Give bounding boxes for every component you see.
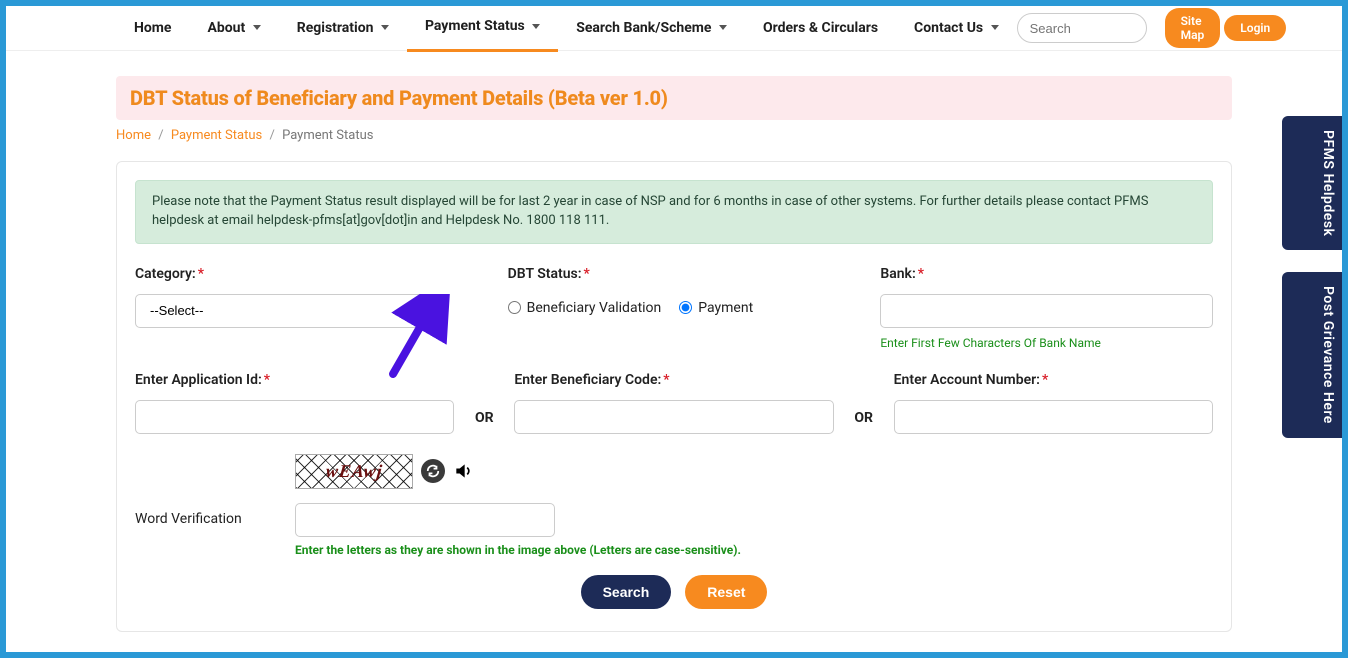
form-card: Please note that the Payment Status resu… bbox=[116, 161, 1232, 632]
nav-registration[interactable]: Registration bbox=[279, 6, 407, 51]
dbt-status-label: DBT Status:* bbox=[508, 266, 841, 282]
speaker-icon bbox=[453, 461, 473, 481]
account-number-field: Enter Account Number:* bbox=[894, 372, 1213, 434]
form-grid-row1: Category:* --Select-- DBT Status:* Benef… bbox=[135, 266, 1213, 350]
radio-payment[interactable]: Payment bbox=[679, 300, 753, 316]
account-number-label: Enter Account Number:* bbox=[894, 372, 1213, 388]
site-map-button[interactable]: Site Map bbox=[1165, 8, 1221, 48]
word-verification-hint: Enter the letters as they are shown in t… bbox=[295, 543, 1213, 557]
top-nav: Home About Registration Payment Status S… bbox=[6, 6, 1342, 51]
search-input[interactable] bbox=[1017, 13, 1147, 43]
required-icon: * bbox=[198, 266, 204, 282]
radio-payment-input[interactable] bbox=[679, 301, 692, 314]
captcha-audio-button[interactable] bbox=[453, 461, 473, 481]
page-container: Home About Registration Payment Status S… bbox=[6, 6, 1342, 652]
nav-search-bank-scheme-label: Search Bank/Scheme bbox=[576, 20, 711, 36]
required-icon: * bbox=[1042, 372, 1048, 388]
radio-beneficiary-validation[interactable]: Beneficiary Validation bbox=[508, 300, 662, 316]
nav-search-bank-scheme[interactable]: Search Bank/Scheme bbox=[558, 6, 745, 51]
beneficiary-code-input[interactable] bbox=[514, 400, 833, 434]
caret-down-icon bbox=[253, 25, 261, 30]
or-separator: OR bbox=[844, 410, 884, 434]
nav-contact-us[interactable]: Contact Us bbox=[896, 6, 1017, 51]
bank-label: Bank:* bbox=[880, 266, 1213, 282]
breadcrumb: Home / Payment Status / Payment Status bbox=[116, 128, 1232, 143]
bank-input[interactable] bbox=[880, 294, 1213, 328]
captcha-reload-button[interactable] bbox=[421, 459, 445, 483]
beneficiary-code-field: Enter Beneficiary Code:* bbox=[514, 372, 833, 434]
application-id-field: Enter Application Id:* bbox=[135, 372, 454, 434]
nav-payment-status-label: Payment Status bbox=[425, 18, 525, 34]
required-icon: * bbox=[264, 372, 270, 388]
breadcrumb-current: Payment Status bbox=[282, 128, 373, 143]
account-number-input[interactable] bbox=[894, 400, 1213, 434]
helpdesk-tab[interactable]: PFMS Helpdesk bbox=[1282, 116, 1342, 250]
word-verification-input[interactable] bbox=[295, 503, 555, 537]
required-icon: * bbox=[663, 372, 669, 388]
info-note: Please note that the Payment Status resu… bbox=[135, 180, 1213, 244]
word-verification-row: Word Verification Enter the letters as t… bbox=[135, 503, 1213, 557]
nav-about-label: About bbox=[207, 20, 245, 36]
nav-registration-label: Registration bbox=[297, 20, 374, 36]
beneficiary-code-label: Enter Beneficiary Code:* bbox=[514, 372, 833, 388]
caret-down-icon bbox=[532, 24, 540, 29]
nav-home[interactable]: Home bbox=[116, 6, 189, 51]
captcha-media: wEAwj bbox=[295, 454, 1213, 489]
breadcrumb-home[interactable]: Home bbox=[116, 128, 151, 143]
or-separator: OR bbox=[464, 410, 504, 434]
page-title-bar: DBT Status of Beneficiary and Payment De… bbox=[116, 76, 1232, 120]
refresh-icon bbox=[426, 464, 440, 478]
application-id-input[interactable] bbox=[135, 400, 454, 434]
word-verification-label: Word Verification bbox=[135, 503, 295, 527]
breadcrumb-payment-status[interactable]: Payment Status bbox=[171, 128, 262, 143]
content-area: DBT Status of Beneficiary and Payment De… bbox=[6, 51, 1342, 652]
radio-beneficiary-validation-input[interactable] bbox=[508, 301, 521, 314]
reset-button[interactable]: Reset bbox=[685, 575, 767, 609]
required-icon: * bbox=[584, 266, 590, 282]
required-icon: * bbox=[918, 266, 924, 282]
search-button[interactable]: Search bbox=[581, 575, 672, 609]
caret-down-icon bbox=[381, 25, 389, 30]
nav-payment-status[interactable]: Payment Status bbox=[407, 6, 558, 52]
captcha-row: wEAwj bbox=[135, 454, 1213, 489]
nav-contact-us-label: Contact Us bbox=[914, 20, 983, 36]
login-button[interactable]: Login bbox=[1224, 15, 1286, 41]
breadcrumb-sep: / bbox=[158, 128, 163, 143]
side-tabs: PFMS Helpdesk Post Grievance Here bbox=[1282, 116, 1342, 438]
dbt-status-field: DBT Status:* Beneficiary Validation Paym… bbox=[508, 266, 841, 350]
dbt-radio-group: Beneficiary Validation Payment bbox=[508, 294, 841, 316]
captcha-image: wEAwj bbox=[295, 454, 413, 489]
caret-down-icon bbox=[991, 25, 999, 30]
captcha-text: wEAwj bbox=[325, 461, 384, 482]
bank-field: Bank:* Enter First Few Characters Of Ban… bbox=[880, 266, 1213, 350]
word-verification-input-wrap: Enter the letters as they are shown in t… bbox=[295, 503, 1213, 557]
caret-down-icon bbox=[719, 25, 727, 30]
button-row: Search Reset bbox=[135, 575, 1213, 609]
breadcrumb-sep: / bbox=[269, 128, 274, 143]
nav-orders-circulars[interactable]: Orders & Circulars bbox=[745, 6, 896, 51]
bank-hint: Enter First Few Characters Of Bank Name bbox=[880, 336, 1213, 350]
category-field: Category:* --Select-- bbox=[135, 266, 468, 350]
category-label: Category:* bbox=[135, 266, 468, 282]
page-title: DBT Status of Beneficiary and Payment De… bbox=[130, 86, 1218, 110]
nav-about[interactable]: About bbox=[189, 6, 278, 51]
form-grid-row2: Enter Application Id:* OR Enter Benefici… bbox=[135, 372, 1213, 434]
application-id-label: Enter Application Id:* bbox=[135, 372, 454, 388]
category-select[interactable]: --Select-- bbox=[135, 294, 430, 328]
grievance-tab[interactable]: Post Grievance Here bbox=[1282, 272, 1342, 438]
